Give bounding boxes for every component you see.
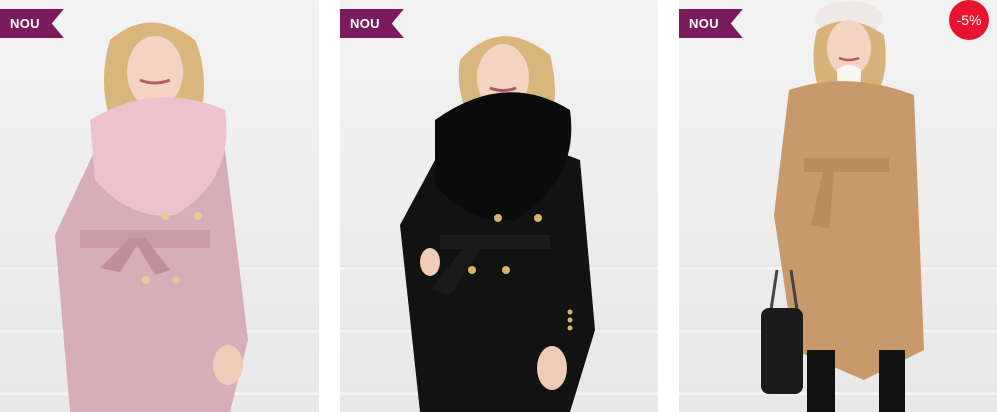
product-card[interactable]: NOU: [0, 0, 319, 412]
product-card[interactable]: NOU: [340, 0, 658, 412]
product-card[interactable]: NOU -5%: [679, 0, 997, 412]
product-image[interactable]: [0, 0, 319, 412]
product-image[interactable]: [679, 0, 997, 412]
product-image[interactable]: [340, 0, 658, 412]
discount-badge: -5%: [949, 0, 989, 40]
product-grid: NOU NOU NOU -5%: [0, 0, 997, 412]
